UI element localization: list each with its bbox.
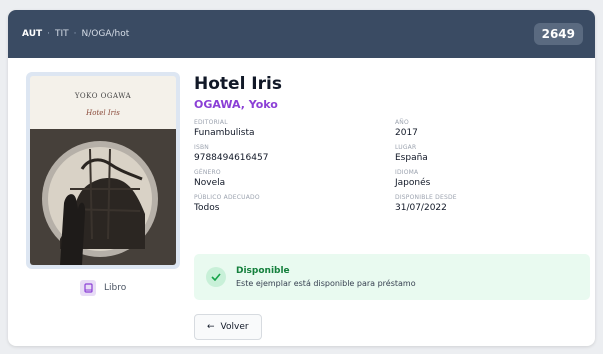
field-label: PÚBLICO ADECUADO	[194, 194, 260, 201]
field-label: DISPONIBLE DESDE	[395, 194, 457, 201]
header-bar: AUT · TIT · N/OGA/hot 2649	[8, 10, 595, 58]
field-value: 2017	[395, 128, 418, 138]
back-button-label: Volver	[220, 322, 249, 332]
field-label: AÑO	[395, 119, 409, 126]
field-isbn: ISBN 9788494616457	[194, 144, 395, 163]
availability-alert: Disponible Este ejemplar está disponible…	[194, 254, 590, 300]
field-editorial: EDITORIAL Funambulista	[194, 119, 395, 138]
breadcrumb-separator: ·	[47, 29, 51, 39]
check-icon	[206, 267, 226, 287]
field-place: LUGAR España	[395, 144, 575, 163]
availability-message: Este ejemplar está disponible para prést…	[236, 279, 416, 288]
breadcrumb-item[interactable]: AUT	[22, 29, 42, 39]
item-type-label: Libro	[104, 283, 127, 293]
field-value: España	[395, 153, 428, 163]
field-label: ISBN	[194, 144, 209, 151]
field-available-since: DISPONIBLE DESDE 31/07/2022	[395, 194, 575, 213]
book-title: Hotel Iris	[194, 74, 282, 94]
item-type-tag: Libro	[80, 280, 126, 296]
field-audience: PÚBLICO ADECUADO Todos	[194, 194, 395, 213]
cover-art-window	[42, 141, 158, 265]
cover-title-text: Hotel Iris	[86, 109, 120, 117]
cover-image: YOKO OGAWA Hotel Iris	[30, 76, 176, 265]
field-year: AÑO 2017	[395, 119, 575, 138]
breadcrumb-item[interactable]: TIT	[55, 29, 69, 39]
field-value: 9788494616457	[194, 153, 269, 163]
book-detail-card: AUT · TIT · N/OGA/hot 2649 YOKO OGAWA Ho…	[8, 10, 595, 346]
book-cover: YOKO OGAWA Hotel Iris	[26, 72, 180, 269]
arrow-left-icon: ←	[207, 322, 215, 332]
book-author-link[interactable]: OGAWA, Yoko	[194, 98, 590, 111]
field-genre: GÉNERO Novela	[194, 169, 395, 188]
book-icon	[80, 280, 96, 296]
availability-status: Disponible	[236, 266, 290, 276]
back-button[interactable]: ← Volver	[194, 314, 262, 340]
detail-body: YOKO OGAWA Hotel Iris Libro Hotel Iris O…	[8, 58, 595, 346]
book-info: Hotel Iris OGAWA, Yoko EDITORIAL Funambu…	[194, 74, 590, 213]
field-value: Japonés	[395, 178, 431, 188]
record-count-badge: 2649	[533, 23, 583, 45]
field-label: GÉNERO	[194, 169, 221, 176]
field-label: LUGAR	[395, 144, 417, 151]
metadata-grid: EDITORIAL Funambulista AÑO 2017 ISBN 978…	[194, 119, 590, 213]
field-value: Todos	[194, 203, 220, 213]
breadcrumb-separator: ·	[73, 29, 77, 39]
field-language: IDIOMA Japonés	[395, 169, 575, 188]
breadcrumb-item: N/OGA/hot	[81, 29, 130, 39]
field-value: Novela	[194, 178, 226, 188]
field-value: Funambulista	[194, 128, 255, 138]
breadcrumb: AUT · TIT · N/OGA/hot	[22, 29, 129, 39]
field-label: EDITORIAL	[194, 119, 228, 126]
cover-author-text: YOKO OGAWA	[74, 92, 132, 100]
field-value: 31/07/2022	[395, 203, 447, 213]
field-label: IDIOMA	[395, 169, 419, 176]
